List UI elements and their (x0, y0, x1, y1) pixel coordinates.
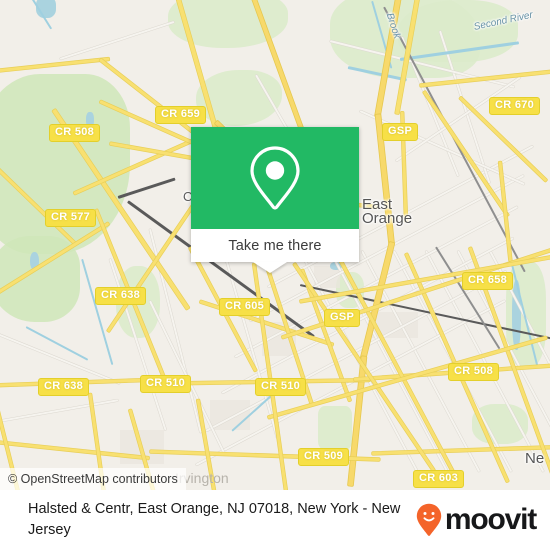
road-shield: CR 659 (155, 106, 207, 124)
take-me-there-button[interactable]: Take me there (191, 229, 359, 262)
road-shield: CR 509 (298, 448, 350, 466)
attribution-text: © OpenStreetMap contributors (8, 472, 178, 486)
road-shield: CR 670 (489, 97, 541, 115)
road-shield: CR 605 (219, 298, 271, 316)
road-shield: CR 577 (45, 209, 97, 227)
moovit-wordmark: moovit (444, 503, 537, 536)
popup-header (191, 127, 359, 229)
road-shield: CR 658 (462, 272, 514, 290)
map-pin-icon (250, 146, 300, 210)
road-shield: CR 638 (95, 287, 147, 305)
popup-tail (253, 262, 287, 273)
road-shield: CR 508 (49, 124, 101, 142)
road-shield: CR 510 (255, 378, 307, 396)
take-me-there-label: Take me there (228, 237, 322, 254)
station-popup-card[interactable]: Take me there (191, 127, 359, 273)
map-attribution[interactable]: © OpenStreetMap contributors (0, 468, 186, 490)
footer-bar: Halsted & Centr, East Orange, NJ 07018, … (0, 490, 550, 550)
moovit-logo[interactable]: moovit (416, 503, 550, 537)
moovit-station-map-screenshot: East Orange O Ne Irvington Second River Bro… (0, 0, 550, 550)
moovit-smiley-pin-icon (416, 503, 442, 536)
road-shield: CR 603 (413, 470, 465, 488)
road-shield: CR 638 (38, 378, 90, 396)
road-shield: GSP (382, 123, 419, 141)
map-canvas[interactable]: East Orange O Ne Irvington Second River Bro… (0, 0, 550, 490)
road-shield: CR 508 (448, 363, 500, 381)
location-title: Halsted & Centr, East Orange, NJ 07018, … (28, 501, 401, 538)
road-shield: GSP (324, 309, 361, 327)
road-shield: CR 510 (140, 375, 192, 393)
